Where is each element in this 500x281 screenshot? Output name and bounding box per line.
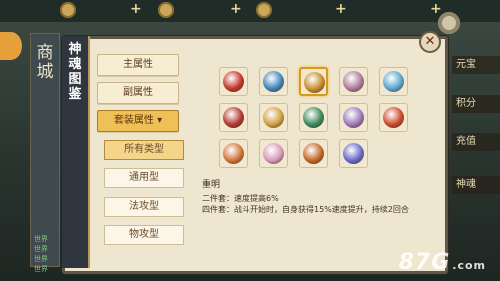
add-ingot-icon[interactable]: + xyxy=(335,1,347,17)
side-menu-icon[interactable] xyxy=(0,32,22,60)
settings-gear-icon[interactable] xyxy=(438,12,460,34)
shop-label: 商城 xyxy=(36,43,54,82)
add-coin-icon[interactable]: + xyxy=(130,1,142,17)
soul-icon-cell[interactable] xyxy=(339,67,368,96)
soul-name: 重明 xyxy=(202,180,221,190)
coin-icon xyxy=(60,2,76,18)
ice-dragon-icon xyxy=(383,71,404,92)
watermark-logo: 87G .com xyxy=(399,250,486,275)
chat-channel-label: 世界 xyxy=(34,265,48,273)
tab-main-attribute[interactable]: 主属性 xyxy=(97,54,179,76)
soul-icon-cell[interactable] xyxy=(299,103,328,132)
side-label-points[interactable]: 积分 xyxy=(452,95,500,113)
soul-icon-cell[interactable] xyxy=(259,103,288,132)
soul-icon-cell[interactable] xyxy=(219,103,248,132)
soul-icon-cell[interactable] xyxy=(379,67,408,96)
watermark-text: 87G xyxy=(398,250,451,275)
pink-deer-icon xyxy=(263,143,284,164)
soul-icon-grid xyxy=(205,57,432,176)
shop-side-strip[interactable]: 商城 世界 世界 世界 世界 xyxy=(30,33,60,273)
sun-spirit-icon xyxy=(303,143,324,164)
soul-icon-cell[interactable] xyxy=(299,67,328,96)
tab-set-attribute[interactable]: 套装属性 ▾ xyxy=(97,110,179,132)
panel-title-strip: 神魂图鉴 xyxy=(62,36,90,268)
soul-icon-cell[interactable] xyxy=(259,67,288,96)
filter-all-types[interactable]: 所有类型 xyxy=(104,140,184,160)
golden-lion-icon xyxy=(304,72,325,93)
soul-icon-cell[interactable] xyxy=(339,103,368,132)
blue-crane-icon xyxy=(343,143,364,164)
chat-channel-label: 世界 xyxy=(34,245,48,253)
close-button[interactable]: ✕ xyxy=(419,31,441,53)
four-piece-effect: 四件套：战斗开始时，自身获得15%速度提升，持续2回合 xyxy=(202,205,409,214)
silver-icon xyxy=(158,2,174,18)
set-description: 重明 二件套：速度提高6% 四件套：战斗开始时，自身获得15%速度提升，持续2回… xyxy=(202,180,430,215)
gold-wing-icon xyxy=(263,107,284,128)
tab-sub-attribute[interactable]: 副属性 xyxy=(97,82,179,104)
filter-physical-attack[interactable]: 物攻型 xyxy=(104,225,184,245)
chat-channel-label: 世界 xyxy=(34,255,48,263)
panel-title: 神魂图鉴 xyxy=(68,42,82,102)
filter-general[interactable]: 通用型 xyxy=(104,168,184,188)
side-label-soul[interactable]: 神魂 xyxy=(452,176,500,194)
soul-icon-cell[interactable] xyxy=(219,139,248,168)
filter-magic-attack[interactable]: 法攻型 xyxy=(104,197,184,217)
red-fox-icon xyxy=(383,107,404,128)
soul-icon-cell[interactable] xyxy=(339,139,368,168)
soul-icon-cell[interactable] xyxy=(259,139,288,168)
crimson-bird-icon xyxy=(223,107,244,128)
side-label-yuanbao[interactable]: 元宝 xyxy=(452,56,500,74)
soul-icon-cell[interactable] xyxy=(379,103,408,132)
white-tiger-icon xyxy=(223,143,244,164)
blue-dragon-icon xyxy=(263,71,284,92)
violet-fox-icon xyxy=(343,107,364,128)
add-silver-icon[interactable]: + xyxy=(230,1,242,17)
ingot-icon xyxy=(256,2,272,18)
top-resource-bar: + + + + xyxy=(0,0,500,22)
two-piece-effect: 二件套：速度提高6% xyxy=(202,194,279,203)
soul-icon-cell[interactable] xyxy=(299,139,328,168)
chat-channel-label: 世界 xyxy=(34,235,48,243)
side-label-recharge[interactable]: 充值 xyxy=(452,133,500,151)
red-beast-icon xyxy=(223,71,244,92)
green-serpent-icon xyxy=(303,107,324,128)
watermark-suffix: .com xyxy=(452,259,486,272)
white-wing-icon xyxy=(343,71,364,92)
soul-icon-cell[interactable] xyxy=(219,67,248,96)
